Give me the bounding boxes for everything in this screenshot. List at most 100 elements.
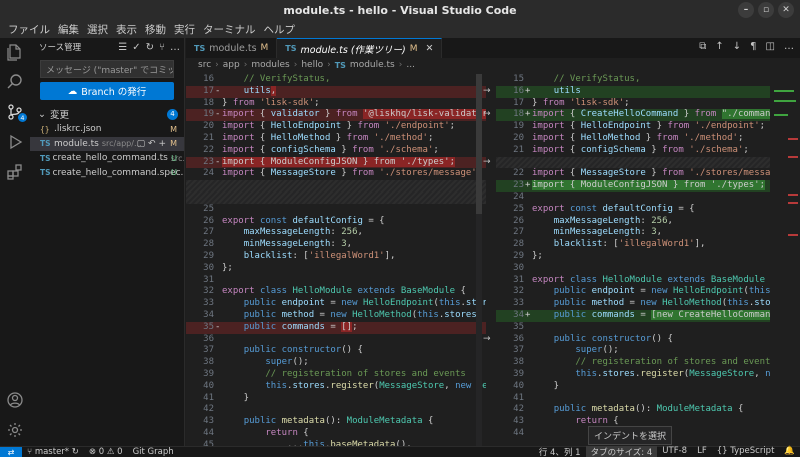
previous-change-icon[interactable]: ↑ [715,41,723,52]
revert-change-arrow-icon[interactable]: → [483,334,491,344]
tab-module-ts[interactable]: TS module.ts M [186,38,278,58]
code-line[interactable]: 38 // registeration of stores and events [496,357,800,369]
code-line[interactable]: 25 [186,204,486,216]
close-tab-icon[interactable]: ✕ [426,43,434,54]
encoding-status[interactable]: UTF-8 [657,446,692,457]
code-line[interactable]: 39 // registeration of stores and events [186,369,486,381]
discard-changes-icon[interactable]: ↶ [148,139,156,149]
code-line[interactable]: 26 maxMessageLength: 256, [496,216,800,228]
code-line[interactable]: 22 import { configSchema } from './schema… [186,145,486,157]
code-line[interactable]: 16 + utils [496,85,800,98]
code-line[interactable]: 19- import { validator } from '@liskhq/li… [186,109,486,122]
code-line[interactable]: 32 public endpoint = new HelloEndpoint(t… [496,286,800,298]
cursor-position[interactable]: 行 4、列 1 [534,446,586,457]
remote-indicator-icon[interactable]: ⇄ [0,446,22,457]
code-line[interactable]: 37 super(); [496,345,800,357]
code-line[interactable] [186,192,486,204]
code-line[interactable]: 18} from 'lisk-sdk'; [186,98,486,110]
changes-group-header[interactable]: ⌄ 変更 4 [30,106,184,122]
code-line[interactable]: 28 minMessageLength: 3, [186,239,486,251]
branch-icon[interactable]: ⑂ [159,42,165,53]
menu-run[interactable]: 実行 [170,22,199,37]
code-line[interactable]: 27 minMessageLength: 3, [496,227,800,239]
changed-file-item[interactable]: TS module.ts src/app/... ▢ ↶ + M [30,136,184,151]
code-line[interactable]: 15 // VerifyStatus, [496,74,800,86]
code-line[interactable]: 20 import { HelloEndpoint } from './endpo… [186,121,486,133]
menu-selection[interactable]: 選択 [83,22,112,37]
code-line[interactable]: 31 export class HelloModule extends BaseM… [496,275,800,287]
code-line[interactable]: 38 super(); [186,357,486,369]
code-line[interactable]: 33 public method = new HelloMethod(this.… [496,298,800,310]
code-line[interactable]: 25 export const defaultConfig = { [496,204,800,216]
breadcrumb-item[interactable]: module.ts [350,60,395,70]
code-line[interactable]: 22 import { MessageStore } from './stores… [496,168,800,180]
code-line[interactable]: 35- public commands = []; [186,321,486,334]
changed-file-item[interactable]: {} .liskrc.json M [30,122,184,137]
menu-edit[interactable]: 編集 [54,22,83,37]
account-icon[interactable] [5,390,25,410]
code-line[interactable]: 21 import { configSchema } from './schema… [496,145,800,157]
code-line[interactable]: 31 [186,275,486,287]
problems-status[interactable]: ⊗ 0 ⚠ 0 [84,447,128,457]
code-line[interactable]: 33 public endpoint = new HelloEndpoint(t… [186,298,486,310]
revert-change-arrow-icon[interactable]: → [483,157,491,167]
code-line[interactable]: 40 this.stores.register(MessageStore, ne… [186,381,486,393]
git-graph-status[interactable]: Git Graph [128,447,179,457]
code-line[interactable]: 32 export class HelloModule extends BaseM… [186,286,486,298]
commit-message-input[interactable]: メッセージ ("master" でコミット... [40,60,174,78]
code-line[interactable]: 24 [496,192,800,204]
code-line[interactable]: 23- import { ModuleConfigJSON } from './t… [186,156,486,169]
tab-size-status[interactable]: タブのサイズ: 4 [585,446,658,457]
more-actions-icon[interactable]: … [170,42,180,53]
run-debug-icon[interactable] [5,132,25,152]
code-line[interactable]: 29 blacklist: ['illegalWord1'], [186,251,486,263]
breadcrumb-item[interactable]: src [198,60,211,70]
stage-changes-icon[interactable]: + [158,139,166,149]
branch-status[interactable]: ⑂ master* ↻ [22,447,84,457]
code-line[interactable]: 41 [496,393,800,405]
tab-module-ts-working-tree[interactable]: TS module.ts (作業ツリー) M ✕ [277,38,443,58]
code-line[interactable]: 36 public constructor() { [496,334,800,346]
menu-file[interactable]: ファイル [4,22,54,37]
code-line[interactable]: 29}; [496,251,800,263]
code-line[interactable]: 39 this.stores.register(MessageStore, ne… [496,369,800,381]
code-line[interactable]: 24 import { MessageStore } from './stores… [186,168,486,180]
eol-status[interactable]: LF [692,446,712,457]
code-line[interactable]: 42 [186,404,486,416]
changed-file-item[interactable]: TS create_hello_command.spec.... U [30,166,184,181]
code-line[interactable]: 27 maxMessageLength: 256, [186,227,486,239]
toggle-whitespace-icon[interactable]: ¶ [750,41,756,52]
breadcrumb-item[interactable]: ... [406,60,415,70]
code-line[interactable] [496,156,800,169]
code-line[interactable] [186,180,486,192]
code-line[interactable]: 17- utils, [186,85,486,98]
code-line[interactable]: 30 [496,263,800,275]
breadcrumb-item[interactable]: modules [251,60,289,70]
code-line[interactable]: 30}; [186,263,486,275]
code-line[interactable]: 17} from 'lisk-sdk'; [496,98,800,110]
revert-change-arrow-icon[interactable]: → [483,109,491,119]
code-line[interactable]: 23 + import { ModuleConfigJSON } from './t… [496,180,800,192]
diff-original-pane[interactable]: 16 // VerifyStatus, 17- utils, 18} from 'l… [186,74,486,446]
view-as-list-icon[interactable]: ☰ [118,42,127,53]
code-line[interactable]: 16 // VerifyStatus, [186,74,486,86]
close-window-button[interactable]: ✕ [778,2,794,18]
explorer-icon[interactable] [5,42,25,62]
code-line[interactable]: 34 public method = new HelloMethod(this.… [186,310,486,322]
commit-check-icon[interactable]: ✓ [132,42,140,53]
code-line[interactable]: 36 [186,334,486,346]
breadcrumb-item[interactable]: hello [301,60,323,70]
menu-help[interactable]: ヘルプ [260,22,300,37]
language-mode-status[interactable]: {} TypeScript [712,446,780,457]
code-line[interactable]: 19 import { HelloEndpoint } from './endpo… [496,121,800,133]
menu-view[interactable]: 表示 [112,22,141,37]
menu-go[interactable]: 移動 [141,22,170,37]
source-control-icon[interactable]: 4 [5,102,27,122]
open-file-icon[interactable]: ▢ [137,139,146,149]
code-line[interactable]: 28 blacklist: ['illegalWord1'], [496,239,800,251]
notifications-bell-icon[interactable]: 🔔 [779,446,800,457]
code-line[interactable]: 42 public metadata(): ModuleMetadata { [496,404,800,416]
code-line[interactable]: 18 + import { CreateHelloCommand } from ".… [496,109,800,122]
code-line[interactable]: 34 + public commands = [new CreateHelloCo… [496,310,800,322]
diff-modified-pane[interactable]: 15 // VerifyStatus, 16 + utils 17} from 'li… [496,74,800,446]
